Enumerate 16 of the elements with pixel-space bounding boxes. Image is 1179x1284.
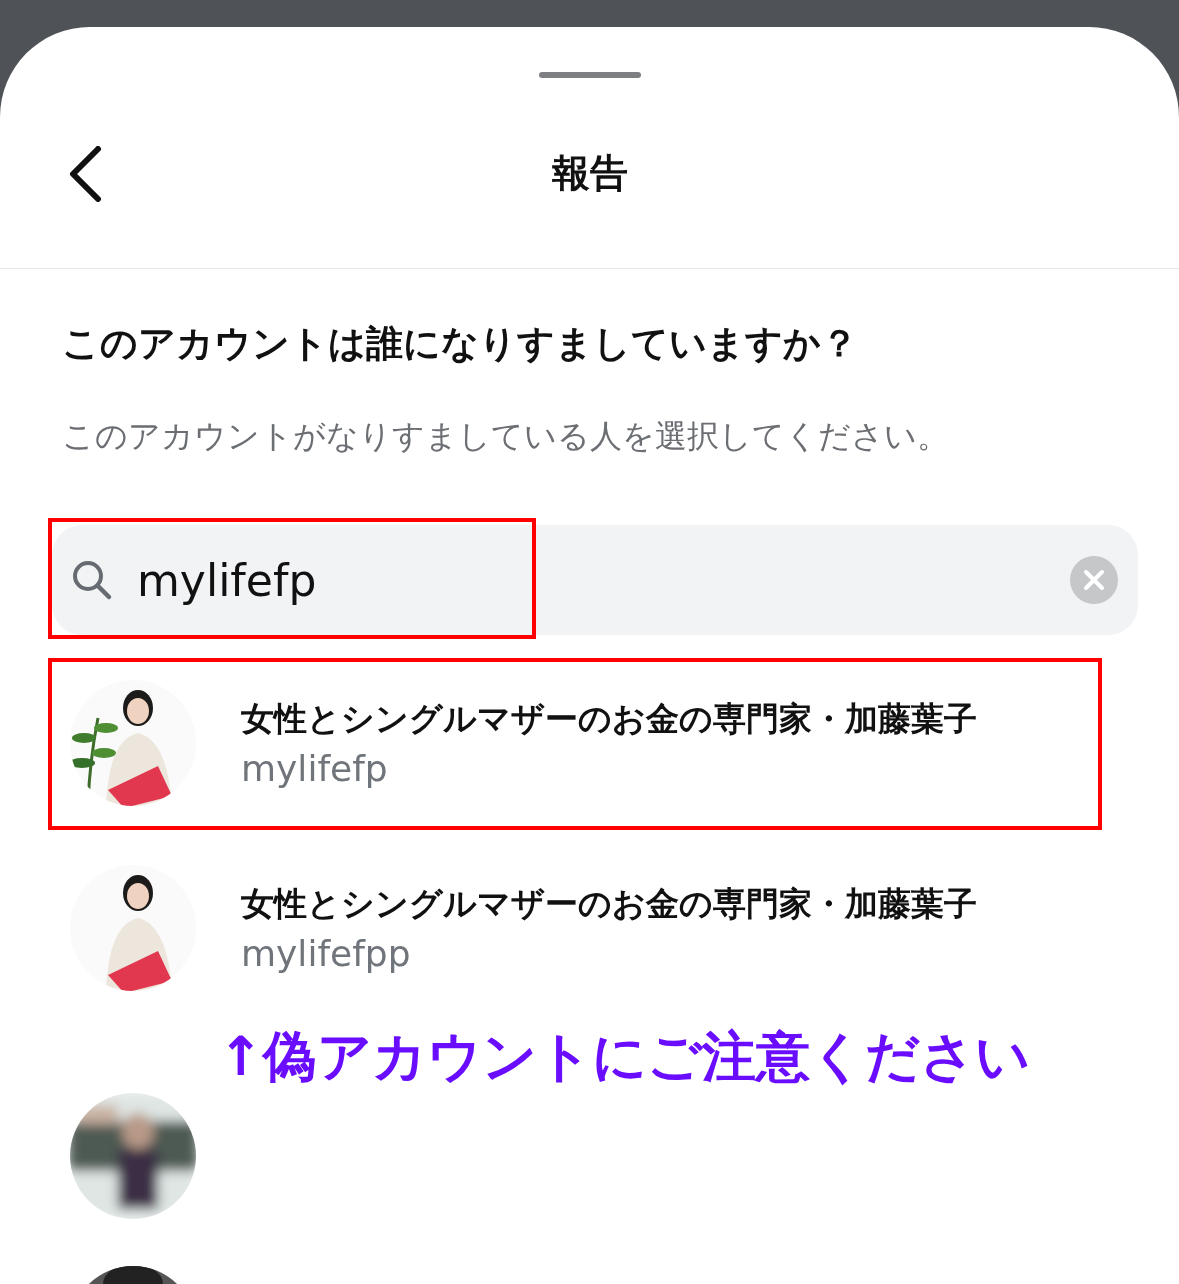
account-row[interactable]: 女性とシングルマザーのお金の専門家・加藤葉子 mylifefp	[0, 635, 1179, 830]
search-field[interactable]: mylifefp	[52, 525, 1138, 635]
search-text: mylifefp	[137, 554, 318, 606]
question-heading: このアカウントは誰になりすましていますか？	[62, 321, 859, 367]
account-name: 女性とシングルマザーのお金の専門家・加藤葉子	[241, 882, 977, 925]
account-name: 女性とシングルマザーのお金の専門家・加藤葉子	[241, 697, 977, 740]
account-handle: mylifefp	[241, 747, 389, 789]
search-icon	[71, 559, 113, 601]
drag-handle[interactable]	[538, 72, 641, 78]
page-title: 報告	[551, 149, 628, 197]
warning-annotation: ↑偽アカウントにご注意ください	[218, 1025, 1031, 1088]
account-row[interactable]: 女性とシングルマザーのお金の専門家・加藤葉子 mylifefpp	[0, 830, 1179, 1025]
back-icon[interactable]	[67, 146, 103, 202]
question-description: このアカウントがなりすましている人を選択してください。	[62, 416, 950, 457]
clear-icon[interactable]	[1070, 556, 1118, 604]
account-handle: mylifefpp	[241, 932, 412, 974]
